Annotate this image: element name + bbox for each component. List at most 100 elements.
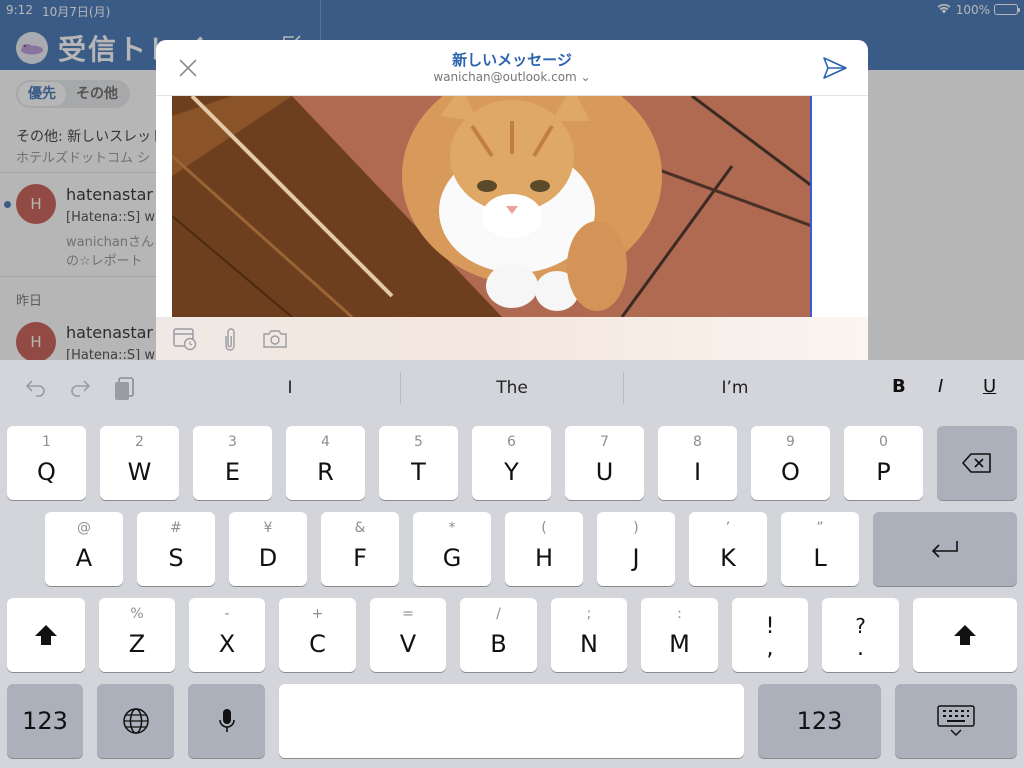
- key-e[interactable]: 3E: [193, 426, 272, 500]
- key-s[interactable]: # S: [137, 512, 215, 586]
- numbers-key[interactable]: 123: [7, 684, 83, 758]
- key-alt-label: *: [448, 520, 456, 536]
- schedule-icon[interactable]: [172, 326, 198, 352]
- return-key[interactable]: [873, 512, 1017, 586]
- redo-icon[interactable]: [68, 376, 92, 400]
- key-alt-label: 9: [786, 434, 795, 450]
- key-alt-label: &: [354, 520, 366, 536]
- compose-title: 新しいメッセージ: [452, 51, 572, 69]
- numbers-key-right[interactable]: 123: [758, 684, 881, 758]
- key-label: Z: [128, 630, 146, 658]
- key-alt-label: ?: [855, 614, 866, 638]
- bold-button[interactable]: B: [892, 376, 906, 397]
- key-alt-label: -: [224, 606, 230, 622]
- key-a[interactable]: @ A: [45, 512, 123, 586]
- key-y[interactable]: 6Y: [472, 426, 551, 500]
- key-alt-label: =: [402, 606, 414, 622]
- key-label: .: [857, 636, 864, 661]
- key-b[interactable]: / B: [460, 598, 537, 672]
- key-o[interactable]: 9O: [751, 426, 830, 500]
- key-c[interactable]: + C: [279, 598, 356, 672]
- key-alt-label: #: [170, 520, 182, 536]
- key-j[interactable]: ) J: [597, 512, 675, 586]
- key-exclamation-comma[interactable]: !,: [732, 598, 808, 672]
- globe-icon: [97, 684, 174, 758]
- key-u[interactable]: 7U: [565, 426, 644, 500]
- key-label: L: [813, 544, 827, 572]
- key-g[interactable]: * G: [413, 512, 491, 586]
- italic-button[interactable]: I: [938, 376, 943, 397]
- key-label: M: [669, 630, 690, 658]
- key-alt-label: ’: [725, 520, 731, 536]
- key-label: J: [632, 544, 640, 572]
- key-label: F: [353, 544, 367, 572]
- keyboard-shortcut-bar: I The I’m B I U: [0, 360, 1024, 416]
- key-x[interactable]: -X: [189, 598, 265, 672]
- key-z[interactable]: % Z: [99, 598, 175, 672]
- key-label: T: [411, 458, 426, 486]
- key-f[interactable]: & F: [321, 512, 399, 586]
- underline-button[interactable]: U: [983, 376, 996, 397]
- key-alt-label: 1: [42, 434, 51, 450]
- key-label: R: [317, 458, 334, 486]
- key-alt-label: :: [677, 606, 682, 622]
- suggestion-2[interactable]: The: [401, 360, 623, 416]
- paste-icon[interactable]: [113, 376, 137, 400]
- key-r[interactable]: 4R: [286, 426, 365, 500]
- shift-icon: [7, 598, 85, 672]
- key-alt-label: (: [541, 520, 547, 536]
- backspace-key[interactable]: [937, 426, 1017, 500]
- key-label: S: [168, 544, 184, 572]
- key-label: C: [309, 630, 326, 658]
- key-label: I: [693, 458, 702, 486]
- space-key[interactable]: [279, 684, 744, 758]
- shift-key-left[interactable]: [7, 598, 85, 672]
- key-label: ,: [766, 636, 774, 661]
- keyboard-dismiss-icon: [895, 684, 1017, 758]
- key-alt-label: 7: [600, 434, 609, 450]
- key-alt-label: ): [633, 520, 639, 536]
- globe-key[interactable]: [97, 684, 174, 758]
- suggestion-3[interactable]: I’m: [624, 360, 846, 416]
- key-alt-label: ¥: [263, 520, 273, 536]
- key-m[interactable]: :M: [641, 598, 718, 672]
- account-selector[interactable]: wanichan@outlook.com ⌄: [156, 70, 868, 84]
- key-l[interactable]: ” L: [781, 512, 859, 586]
- microphone-icon: [188, 684, 265, 758]
- key-label: E: [224, 458, 241, 486]
- key-d[interactable]: ¥ D: [229, 512, 307, 586]
- key-question-period[interactable]: ?.: [822, 598, 899, 672]
- key-label: B: [490, 630, 507, 658]
- dictation-key[interactable]: [188, 684, 265, 758]
- attachment-icon[interactable]: [220, 326, 240, 352]
- shift-key-right[interactable]: [913, 598, 1017, 672]
- key-v[interactable]: = V: [370, 598, 446, 672]
- key-label: G: [442, 544, 462, 572]
- key-t[interactable]: 5T: [379, 426, 458, 500]
- key-p[interactable]: 0P: [844, 426, 923, 500]
- key-w[interactable]: 2W: [100, 426, 179, 500]
- return-icon: [873, 512, 1017, 586]
- attached-photo[interactable]: [172, 96, 812, 317]
- camera-icon[interactable]: [262, 328, 288, 350]
- numbers-key-label: 123: [22, 707, 68, 735]
- attachment-toolbar: [156, 317, 868, 360]
- key-label: W: [127, 458, 152, 486]
- suggestion-1[interactable]: I: [180, 360, 400, 416]
- key-label: P: [876, 458, 891, 486]
- key-alt-label: 3: [228, 434, 237, 450]
- key-q[interactable]: 1Q: [7, 426, 86, 500]
- dismiss-keyboard-key[interactable]: [895, 684, 1017, 758]
- key-k[interactable]: ’ K: [689, 512, 767, 586]
- compose-sheet: 新しいメッセージ wanichan@outlook.com ⌄: [156, 40, 868, 360]
- key-alt-label: /: [496, 606, 501, 622]
- key-alt-label: 8: [693, 434, 702, 450]
- send-icon[interactable]: [821, 54, 849, 82]
- key-h[interactable]: (H: [505, 512, 583, 586]
- key-i[interactable]: 8I: [658, 426, 737, 500]
- undo-icon[interactable]: [24, 376, 48, 400]
- key-n[interactable]: ; N: [551, 598, 627, 672]
- key-label: N: [580, 630, 598, 658]
- key-label: X: [218, 630, 236, 658]
- key-label: U: [595, 458, 614, 486]
